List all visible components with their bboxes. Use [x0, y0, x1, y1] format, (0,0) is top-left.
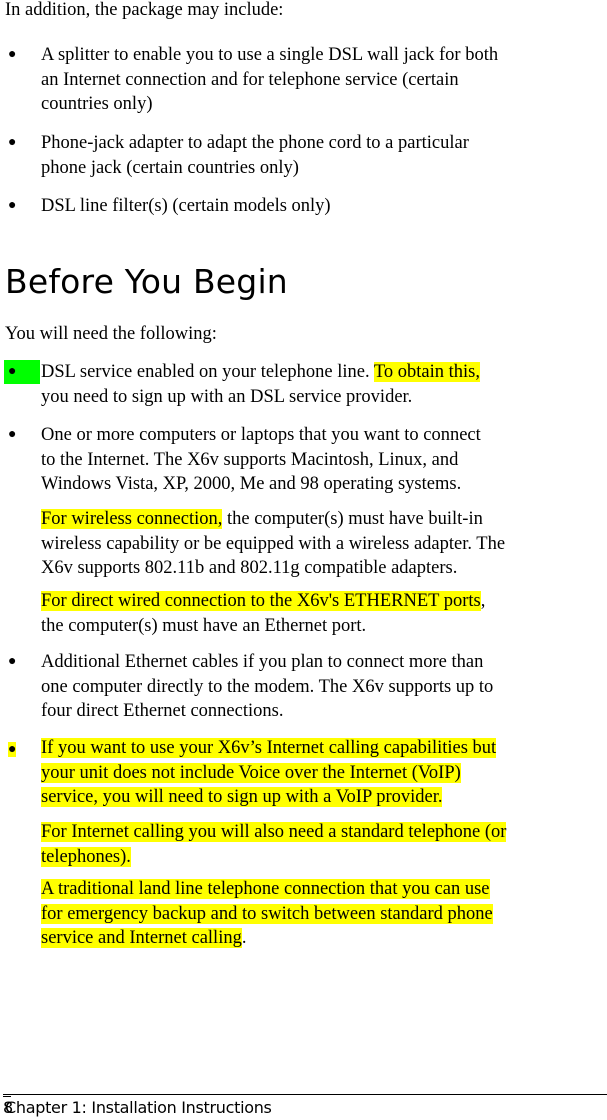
item-line: one computer directly to the modem. The … [41, 676, 494, 697]
list-item: Additional Ethernet cables if you plan t… [41, 650, 603, 724]
item-text: DSL service enabled on your telephone li… [41, 362, 374, 382]
landline-paragraph: A traditional land line telephone connec… [41, 877, 603, 951]
item-line: Phone-jack adapter to adapt the phone co… [41, 133, 469, 153]
item-line: wireless capability or be equipped with … [41, 533, 506, 554]
bullet-icon: ● [8, 47, 17, 62]
list-item: DSL service enabled on your telephone li… [41, 360, 603, 409]
telephone-paragraph: For Internet calling you will also need … [41, 820, 603, 869]
highlighted-text: For Internet calling you will also need … [41, 822, 507, 842]
highlighted-text: for emergency backup and to switch betwe… [41, 903, 493, 924]
section-heading: Before You Begin [5, 262, 288, 301]
highlighted-text: service, you will need to sign up with a… [41, 787, 443, 807]
bullet-icon: ● [8, 135, 17, 150]
item-line: DSL line filter(s) (certain models only) [41, 196, 331, 216]
bullet-icon: ● [8, 198, 17, 213]
footer-rule [3, 1094, 607, 1095]
bullet-icon: ● [8, 742, 17, 757]
item-text: the computer(s) must have built-in [222, 509, 483, 529]
highlighted-text: If you want to use your X6v’s Internet c… [41, 738, 497, 758]
list-item: Phone-jack adapter to adapt the phone co… [41, 131, 603, 180]
item-text: . [241, 928, 247, 948]
highlighted-text: To obtain this, [373, 362, 481, 382]
item-line: countries only) [41, 94, 153, 114]
item-line: to the Internet. The X6v supports Macint… [41, 449, 459, 470]
item-line: X6v supports 802.11b and 802.11g compati… [41, 558, 458, 578]
wireless-paragraph: For wireless connection, the computer(s)… [41, 507, 603, 581]
highlighted-text: service and Internet calling [41, 928, 242, 948]
highlighted-text: your unit does not include Voice over th… [41, 762, 461, 783]
bullet-icon: ● [4, 360, 40, 384]
item-line: Additional Ethernet cables if you plan t… [41, 652, 484, 672]
item-line: One or more computers or laptops that yo… [41, 425, 481, 445]
item-line: you need to sign up with an DSL service … [41, 386, 413, 407]
item-line: phone jack (certain countries only) [41, 157, 299, 178]
bullet-icon: ● [8, 654, 17, 669]
list-item: A splitter to enable you to use a single… [41, 43, 603, 117]
item-line: an Internet connection and for telephone… [41, 69, 459, 90]
lead-text: You will need the following: [5, 324, 217, 344]
highlighted-text: A traditional land line telephone connec… [41, 879, 490, 899]
item-line: the computer(s) must have an Ethernet po… [41, 615, 367, 636]
list-item: One or more computers or laptops that yo… [41, 423, 603, 497]
item-line: four direct Ethernet connections. [41, 701, 284, 721]
item-line: A splitter to enable you to use a single… [41, 45, 499, 65]
wired-paragraph: For direct wired connection to the X6v's… [41, 589, 603, 638]
bullet-icon: ● [8, 427, 17, 442]
highlighted-text: telephones). [41, 846, 131, 867]
chapter-title: Chapter 1: Installation Instructions [5, 1098, 272, 1117]
highlighted-text: For direct wired connection to the X6v's… [41, 591, 481, 611]
item-text: , [480, 591, 486, 611]
item-line: Windows Vista, XP, 2000, Me and 98 opera… [41, 474, 462, 494]
list-item: DSL line filter(s) (certain models only) [41, 194, 603, 219]
list-item: If you want to use your X6v’s Internet c… [41, 736, 603, 810]
intro-text: In addition, the package may include: [5, 0, 284, 20]
highlighted-text: For wireless connection, [41, 509, 223, 529]
